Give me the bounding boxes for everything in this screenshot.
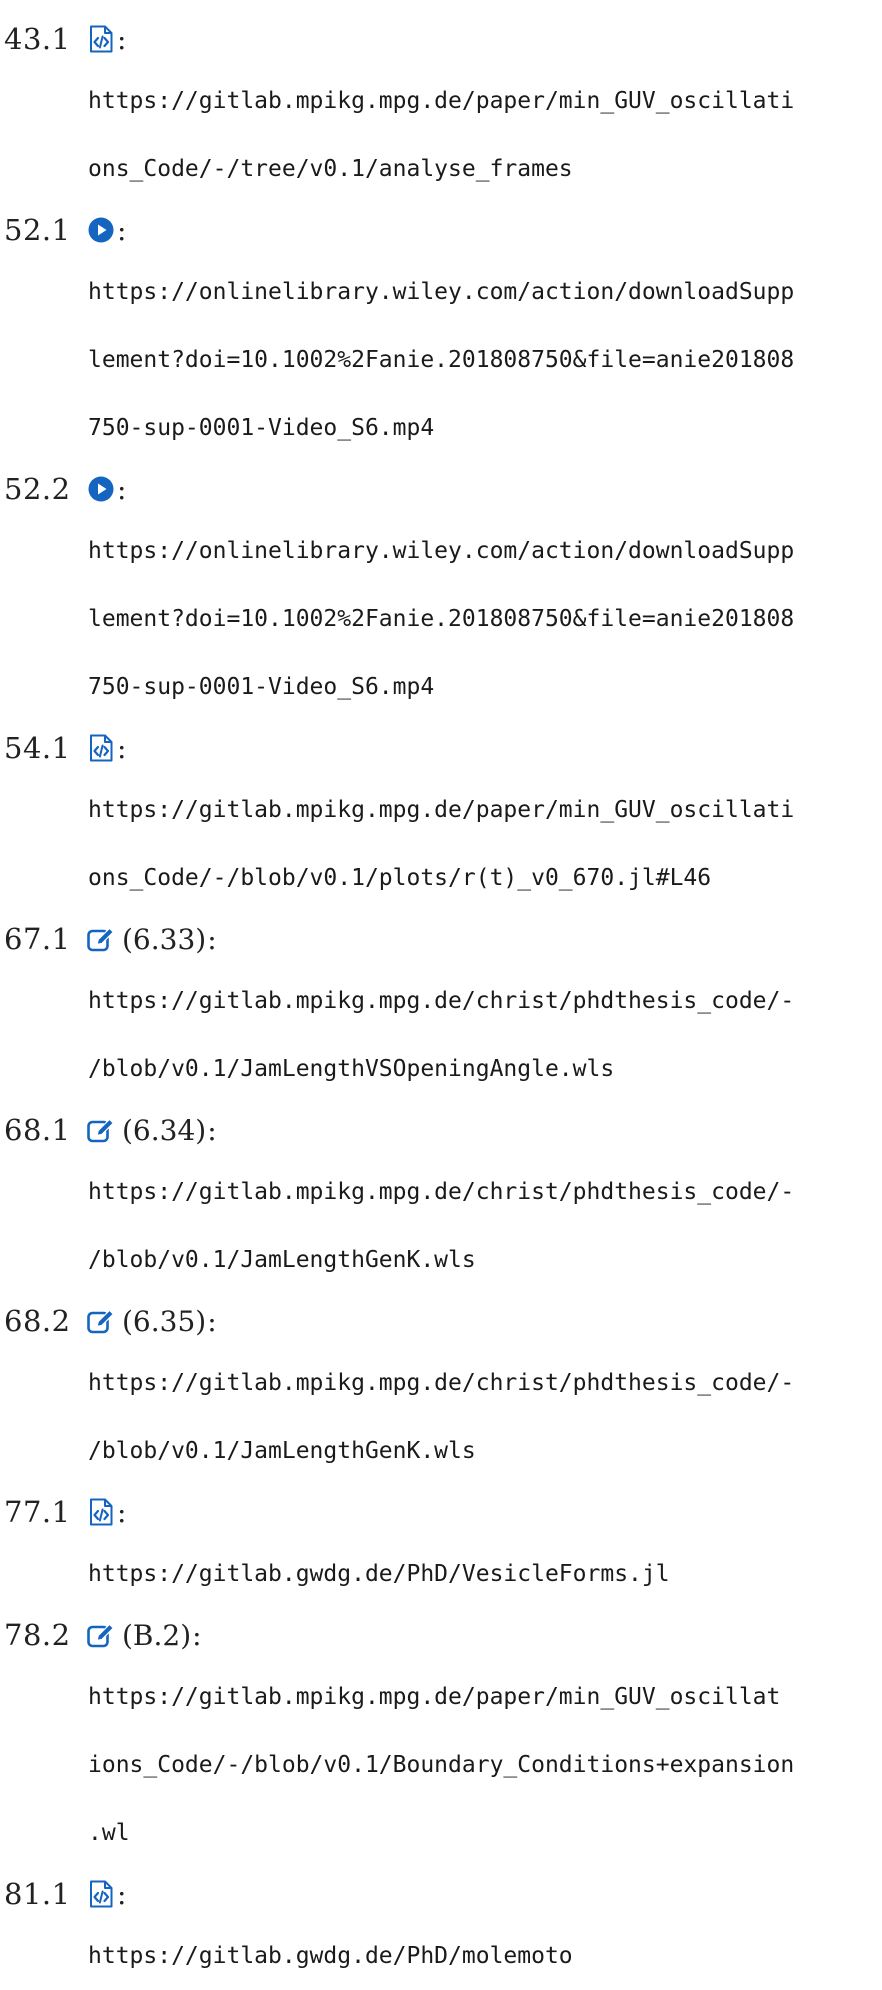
edit-icon[interactable] — [86, 1306, 116, 1336]
url-link[interactable]: https://gitlab.gwdg.de/PhD/molemoto — [88, 1922, 882, 1990]
url-link[interactable]: https://gitlab.mpikg.mpg.de/paper/min_GU… — [88, 67, 882, 203]
entry-number: 67.1 — [4, 922, 71, 956]
entry-header: 68.2 (6.35): — [0, 1296, 217, 1346]
url-line: /blob/v0.1/JamLengthVSOpeningAngle.wls — [88, 1056, 615, 1082]
url-line: /blob/v0.1/JamLengthGenK.wls — [88, 1438, 476, 1464]
entry-number: 43.1 — [4, 22, 71, 56]
entry-number: 68.1 — [4, 1113, 71, 1147]
entry-header: 52.2: — [0, 464, 126, 514]
url-line: https://gitlab.mpikg.mpg.de/christ/phdth… — [88, 988, 795, 1014]
url-link[interactable]: https://gitlab.gwdg.de/PhD/VesicleForms.… — [88, 1540, 882, 1608]
edit-icon[interactable] — [86, 1115, 116, 1145]
url-link[interactable]: https://onlinelibrary.wiley.com/action/d… — [88, 517, 882, 721]
url-line: https://gitlab.mpikg.mpg.de/christ/phdth… — [88, 1179, 795, 1205]
url-line: 750-sup-0001-Video_S6.mp4 — [88, 415, 435, 441]
url-line: lement?doi=10.1002%2Fanie.201808750&file… — [88, 606, 795, 632]
entry-header: 54.1: — [0, 723, 126, 773]
url-line: lement?doi=10.1002%2Fanie.201808750&file… — [88, 347, 795, 373]
colon: : — [117, 1877, 127, 1911]
url-link[interactable]: https://gitlab.mpikg.mpg.de/christ/phdth… — [88, 1349, 882, 1485]
equation-reference: (6.34) — [122, 1113, 207, 1147]
entry-header: 67.1 (6.33): — [0, 914, 217, 964]
play-icon[interactable] — [86, 474, 116, 504]
url-link[interactable]: https://onlinelibrary.wiley.com/action/d… — [88, 258, 882, 462]
colon: : — [207, 922, 217, 956]
url-line: https://gitlab.mpikg.mpg.de/christ/phdth… — [88, 1370, 795, 1396]
url-link[interactable]: https://gitlab.mpikg.mpg.de/christ/phdth… — [88, 967, 882, 1103]
url-line: ons_Code/-/tree/v0.1/analyse_frames — [88, 156, 573, 182]
code-icon[interactable] — [86, 24, 116, 54]
url-link[interactable]: https://gitlab.mpikg.mpg.de/paper/min_GU… — [88, 1663, 882, 1867]
url-link[interactable]: https://gitlab.mpikg.mpg.de/christ/phdth… — [88, 1158, 882, 1294]
url-line: https://gitlab.mpikg.mpg.de/paper/min_GU… — [88, 1684, 781, 1710]
colon: : — [117, 1495, 127, 1529]
entry-number: 52.2 — [4, 472, 71, 506]
entry-header: 52.1: — [0, 205, 126, 255]
play-icon[interactable] — [86, 215, 116, 245]
entry-header: 43.1: — [0, 14, 126, 64]
colon: : — [117, 213, 127, 247]
equation-reference: (6.35) — [122, 1304, 207, 1338]
url-line: https://gitlab.mpikg.mpg.de/paper/min_GU… — [88, 797, 795, 823]
entry-number: 78.2 — [4, 1618, 71, 1652]
entry-header: 81.1: — [0, 1869, 126, 1919]
colon: : — [192, 1618, 202, 1652]
url-line: https://gitlab.gwdg.de/PhD/VesicleForms.… — [88, 1561, 670, 1587]
url-line: 750-sup-0001-Video_S6.mp4 — [88, 674, 435, 700]
colon: : — [207, 1304, 217, 1338]
code-icon[interactable] — [86, 733, 116, 763]
url-line: https://gitlab.gwdg.de/PhD/molemoto — [88, 1943, 573, 1969]
url-line: .wl — [88, 1820, 130, 1846]
entry-header: 68.1 (6.34): — [0, 1105, 217, 1155]
colon: : — [207, 1113, 217, 1147]
colon: : — [117, 472, 127, 506]
entry-number: 81.1 — [4, 1877, 71, 1911]
colon: : — [117, 22, 127, 56]
equation-reference: (B.2) — [122, 1618, 192, 1652]
entry-number: 77.1 — [4, 1495, 71, 1529]
url-line: https://gitlab.mpikg.mpg.de/paper/min_GU… — [88, 88, 795, 114]
entry-number: 54.1 — [4, 731, 71, 765]
code-icon[interactable] — [86, 1497, 116, 1527]
url-line: https://onlinelibrary.wiley.com/action/d… — [88, 279, 795, 305]
edit-icon[interactable] — [86, 1620, 116, 1650]
entry-header: 77.1: — [0, 1487, 126, 1537]
url-line: /blob/v0.1/JamLengthGenK.wls — [88, 1247, 476, 1273]
entry-number: 52.1 — [4, 213, 71, 247]
code-icon[interactable] — [86, 1879, 116, 1909]
edit-icon[interactable] — [86, 924, 116, 954]
url-line: https://onlinelibrary.wiley.com/action/d… — [88, 538, 795, 564]
url-line: ons_Code/-/blob/v0.1/plots/r(t)_v0_670.j… — [88, 865, 712, 891]
colon: : — [117, 731, 127, 765]
url-link[interactable]: https://gitlab.mpikg.mpg.de/paper/min_GU… — [88, 776, 882, 912]
url-line: ions_Code/-/blob/v0.1/Boundary_Condition… — [88, 1752, 795, 1778]
entry-number: 68.2 — [4, 1304, 71, 1338]
entry-header: 78.2 (B.2): — [0, 1610, 202, 1660]
equation-reference: (6.33) — [122, 922, 207, 956]
